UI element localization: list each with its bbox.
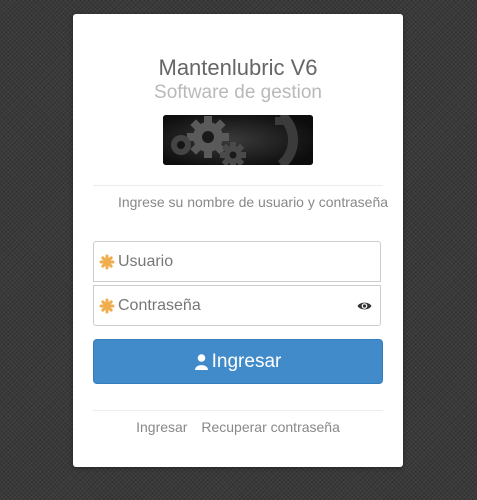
user-icon	[194, 353, 208, 370]
username-field-group	[93, 241, 381, 282]
login-button-label: Ingresar	[211, 350, 282, 372]
divider-bottom	[93, 410, 383, 411]
gears-logo	[163, 115, 313, 165]
gears-icon	[163, 115, 313, 165]
app-title: Mantenlubric V6	[158, 55, 318, 80]
footer-links: Ingresar Recuperar contraseña	[73, 419, 403, 435]
recover-password-link[interactable]: Recuperar contraseña	[201, 419, 340, 435]
app-subtitle: Software de gestion	[154, 82, 322, 103]
login-button[interactable]: Ingresar	[93, 339, 383, 384]
divider-top	[93, 185, 383, 186]
login-instructions: Ingrese su nombre de usuario y contraseñ…	[117, 194, 389, 210]
eye-icon[interactable]	[357, 299, 372, 311]
username-input[interactable]	[118, 242, 348, 281]
password-field-group	[93, 285, 381, 326]
login-card: Mantenlubric V6 Software de gestion Ingr…	[73, 14, 403, 467]
login-link[interactable]: Ingresar	[136, 419, 187, 435]
password-input[interactable]	[118, 286, 348, 325]
asterisk-icon	[99, 298, 115, 314]
asterisk-icon	[99, 254, 115, 270]
